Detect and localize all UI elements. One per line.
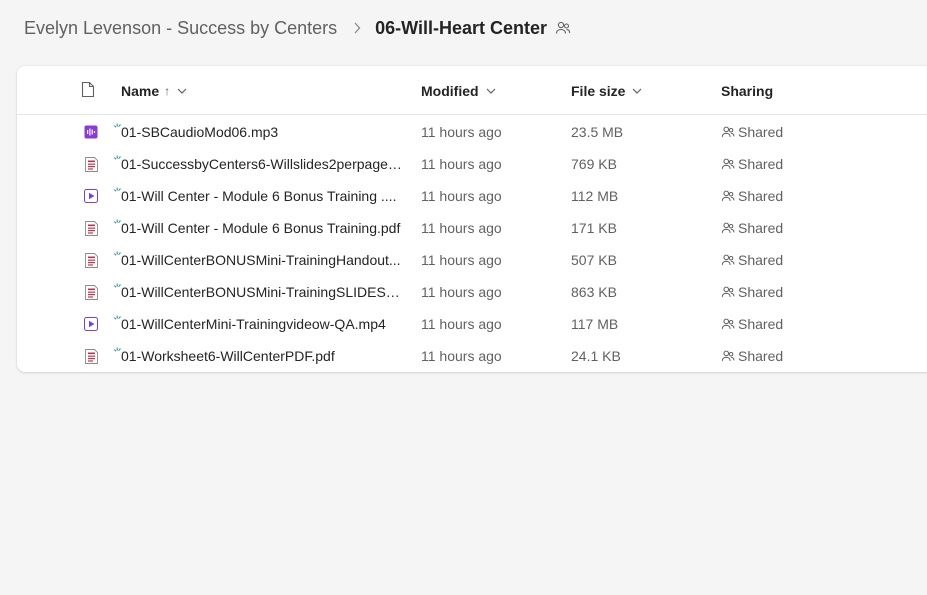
file-size: 24.1 KB [571, 348, 621, 364]
file-name: 01-SuccessbyCenters6-Willslides2perpageP… [121, 156, 403, 172]
sharing-label: Shared [738, 124, 784, 140]
table-row[interactable]: 01-WillCenterBONUSMini-TrainingSLIDES2-.… [17, 276, 927, 308]
file-name-link[interactable]: 01-WillCenterBONUSMini-TrainingSLIDES2-.… [121, 276, 403, 308]
sharing-label: Shared [738, 284, 784, 300]
video-file-icon [83, 308, 99, 340]
file-size-header-label: File size [571, 82, 626, 99]
chevron-down-icon [177, 88, 187, 94]
table-row[interactable]: 01-WillCenterMini-Trainingvideow-QA.mp4 1… [17, 308, 927, 340]
column-header-row: Name ↑ Modified File size Sharing [17, 66, 927, 115]
modified-header-label: Modified [421, 82, 479, 99]
table-row[interactable]: 01-Will Center - Module 6 Bonus Training… [17, 180, 927, 212]
file-size: 863 KB [571, 284, 617, 300]
sharing-status[interactable]: Shared [721, 244, 783, 276]
file-name-link[interactable]: 01-SuccessbyCenters6-Willslides2perpageP… [121, 148, 403, 180]
shared-people-icon [721, 285, 735, 299]
table-row[interactable]: 01-Will Center - Module 6 Bonus Training… [17, 212, 927, 244]
file-name: 01-WillCenterBONUSMini-TrainingSLIDES2-.… [121, 284, 403, 300]
pdf-file-icon [83, 340, 99, 372]
audio-file-icon [83, 116, 99, 148]
file-name: 01-WillCenterMini-Trainingvideow-QA.mp4 [121, 316, 386, 332]
sharing-label: Shared [738, 220, 784, 236]
sharing-status[interactable]: Shared [721, 308, 783, 340]
file-size: 117 MB [571, 316, 619, 332]
sharing-status[interactable]: Shared [721, 276, 783, 308]
table-row[interactable]: 01-WillCenterBONUSMini-TrainingHandout..… [17, 244, 927, 276]
shared-people-icon [721, 317, 735, 331]
sharing-status[interactable]: Shared [721, 212, 783, 244]
breadcrumb-current-folder: 06-Will-Heart Center [375, 17, 548, 38]
file-list: Name ↑ Modified File size Sharing 01-SBC… [17, 66, 927, 372]
file-rows: 01-SBCaudioMod06.mp3 11 hours ago 23.5 MB S… [17, 116, 927, 372]
sharing-label: Shared [738, 188, 784, 204]
sharing-label: Shared [738, 348, 784, 364]
shared-people-icon [721, 253, 735, 267]
name-column-header[interactable]: Name ↑ [121, 66, 187, 115]
sharing-status[interactable]: Shared [721, 340, 783, 372]
shared-people-icon [721, 349, 735, 363]
file-size: 507 KB [571, 252, 617, 268]
file-size: 23.5 MB [571, 124, 624, 140]
breadcrumb: Evelyn Levenson - Success by Centers 06-… [24, 14, 571, 42]
table-row[interactable]: 01-SBCaudioMod06.mp3 11 hours ago 23.5 MB S… [17, 116, 927, 148]
file-name-link[interactable]: 01-Will Center - Module 6 Bonus Training… [121, 212, 403, 244]
shared-people-icon [721, 189, 735, 203]
shared-people-icon [721, 221, 735, 235]
table-row[interactable]: 01-SuccessbyCenters6-Willslides2perpageP… [17, 148, 927, 180]
file-name: 01-Worksheet6-WillCenterPDF.pdf [121, 348, 335, 364]
file-size: 112 MB [571, 188, 619, 204]
file-name: 01-Will Center - Module 6 Bonus Training… [121, 220, 401, 236]
table-row[interactable]: 01-Worksheet6-WillCenterPDF.pdf 11 hours … [17, 340, 927, 372]
video-file-icon [83, 180, 99, 212]
breadcrumb-parent-link[interactable]: Evelyn Levenson - Success by Centers [24, 18, 337, 39]
modified-time: 11 hours ago [421, 252, 502, 268]
name-header-label: Name [121, 82, 160, 99]
shared-people-icon [721, 125, 735, 139]
modified-time: 11 hours ago [421, 284, 502, 300]
chevron-down-icon [632, 88, 642, 94]
sort-ascending-icon: ↑ [164, 83, 171, 98]
modified-time: 11 hours ago [421, 188, 502, 204]
modified-time: 11 hours ago [421, 156, 502, 172]
modified-time: 11 hours ago [421, 124, 502, 140]
file-name-link[interactable]: 01-WillCenterMini-Trainingvideow-QA.mp4 [121, 308, 403, 340]
modified-time: 11 hours ago [421, 220, 502, 236]
file-type-header-icon[interactable] [81, 81, 95, 103]
file-name-link[interactable]: 01-Worksheet6-WillCenterPDF.pdf [121, 340, 403, 372]
sharing-status[interactable]: Shared [721, 116, 783, 148]
file-name-link[interactable]: 01-Will Center - Module 6 Bonus Training… [121, 180, 403, 212]
file-name-link[interactable]: 01-WillCenterBONUSMini-TrainingHandout..… [121, 244, 403, 276]
sharing-header-label: Sharing [721, 82, 774, 99]
pdf-file-icon [83, 244, 99, 276]
chevron-down-icon [486, 88, 496, 94]
chevron-right-icon [353, 22, 361, 34]
sharing-status[interactable]: Shared [721, 148, 783, 180]
sharing-column-header[interactable]: Sharing [721, 66, 773, 115]
file-size-column-header[interactable]: File size [571, 66, 642, 115]
pdf-file-icon [83, 212, 99, 244]
file-name: 01-SBCaudioMod06.mp3 [121, 124, 279, 140]
file-name-link[interactable]: 01-SBCaudioMod06.mp3 [121, 116, 403, 148]
file-size: 171 KB [571, 220, 617, 236]
file-size: 769 KB [571, 156, 617, 172]
sharing-label: Shared [738, 316, 784, 332]
modified-column-header[interactable]: Modified [421, 66, 496, 115]
shared-people-icon [721, 157, 735, 171]
file-name: 01-Will Center - Module 6 Bonus Training… [121, 188, 397, 204]
file-name: 01-WillCenterBONUSMini-TrainingHandout..… [121, 252, 401, 268]
modified-time: 11 hours ago [421, 348, 502, 364]
pdf-file-icon [83, 276, 99, 308]
sharing-status[interactable]: Shared [721, 180, 783, 212]
sharing-label: Shared [738, 252, 784, 268]
modified-time: 11 hours ago [421, 316, 502, 332]
shared-people-icon[interactable] [555, 20, 571, 36]
sharing-label: Shared [738, 156, 784, 172]
pdf-file-icon [83, 148, 99, 180]
